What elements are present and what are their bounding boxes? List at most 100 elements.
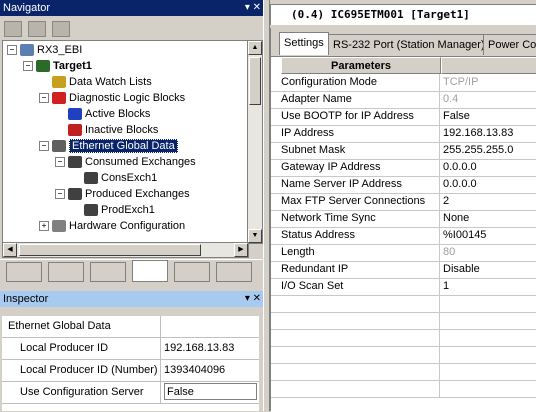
- parameter-row[interactable]: [271, 312, 536, 330]
- parameter-value[interactable]: False: [443, 108, 470, 125]
- parameter-value[interactable]: %I00145: [443, 227, 486, 244]
- hscroll-thumb[interactable]: [19, 244, 201, 256]
- collapse-icon[interactable]: −: [7, 45, 17, 56]
- tree-horizontal-scrollbar[interactable]: ◀ ▶: [2, 242, 249, 258]
- tree-node[interactable]: − Target1: [23, 58, 92, 74]
- tab-computer-icon[interactable]: [90, 262, 126, 282]
- parameter-row[interactable]: IP Address 192.168.13.83: [271, 125, 536, 143]
- tree-node-label[interactable]: ConsExch1: [101, 172, 157, 184]
- parameter-value[interactable]: 255.255.255.0: [443, 142, 513, 159]
- inspector-window-buttons[interactable]: ▾ ✕: [245, 291, 261, 307]
- panel-splitter[interactable]: [263, 0, 270, 411]
- parameter-row[interactable]: Configuration Mode TCP/IP: [271, 74, 536, 92]
- tree-node-label[interactable]: Active Blocks: [85, 108, 150, 120]
- collapse-icon[interactable]: −: [39, 93, 49, 104]
- parameter-value[interactable]: 0.0.0.0: [443, 159, 477, 176]
- tab-project-icon[interactable]: [6, 262, 42, 282]
- project-tree[interactable]: − RX3_EBI − Target1 Data Watch Lists − Diagnos…: [2, 40, 249, 244]
- inspector-row: Use Configuration Server False: [2, 382, 259, 404]
- tree-node-label[interactable]: RX3_EBI: [37, 44, 82, 56]
- tree-node[interactable]: Inactive Blocks: [55, 122, 158, 138]
- parameter-name: [281, 329, 440, 346]
- tab-help-icon[interactable]: [216, 262, 252, 282]
- parameter-row[interactable]: Subnet Mask 255.255.255.0: [271, 142, 536, 160]
- tab-ethernet-icon[interactable]: [132, 260, 168, 282]
- inspector-property-name: Local Producer ID (Number): [20, 364, 158, 376]
- parameter-row[interactable]: [271, 380, 536, 398]
- tree-node-label[interactable]: Diagnostic Logic Blocks: [69, 92, 185, 104]
- inspector-section-row: Ethernet Global Data: [2, 316, 259, 338]
- tree-node[interactable]: Active Blocks: [55, 106, 150, 122]
- parameter-value[interactable]: 80: [443, 244, 455, 261]
- collapse-icon[interactable]: −: [55, 189, 65, 200]
- parameter-value[interactable]: Disable: [443, 261, 480, 278]
- parameter-row[interactable]: [271, 363, 536, 381]
- navigator-window-buttons[interactable]: ▾ ✕: [245, 0, 261, 16]
- parameter-value[interactable]: 0.0.0.0: [443, 176, 477, 193]
- parameter-value[interactable]: 2: [443, 193, 449, 210]
- tree-node[interactable]: ProdExch1: [71, 202, 155, 218]
- tree-node-label[interactable]: Produced Exchanges: [85, 188, 190, 200]
- parameter-value[interactable]: 192.168.13.83: [443, 125, 513, 142]
- inspector-property-name: Use Configuration Server: [20, 386, 144, 398]
- collapse-icon[interactable]: −: [55, 157, 65, 168]
- parameter-value[interactable]: 1: [443, 278, 449, 295]
- parameter-row[interactable]: Network Time Sync None: [271, 210, 536, 228]
- tree-node-label[interactable]: Consumed Exchanges: [85, 156, 196, 168]
- parameter-row[interactable]: Name Server IP Address 0.0.0.0: [271, 176, 536, 194]
- tab-notes-icon[interactable]: [174, 262, 210, 282]
- tab-power[interactable]: Power Co: [483, 34, 536, 55]
- tree-node-label[interactable]: ProdExch1: [101, 204, 155, 216]
- parameter-row[interactable]: [271, 295, 536, 313]
- parameter-name: Configuration Mode: [281, 74, 440, 91]
- navigator-tabs: [0, 259, 263, 284]
- parameter-row[interactable]: Gateway IP Address 0.0.0.0: [271, 159, 536, 177]
- tab-wand-icon[interactable]: [48, 262, 84, 282]
- tree-node[interactable]: − Diagnostic Logic Blocks: [39, 90, 185, 106]
- parameter-row[interactable]: Status Address %I00145: [271, 227, 536, 245]
- tab-rs232[interactable]: RS-232 Port (Station Manager): [328, 34, 490, 55]
- parameter-row[interactable]: [271, 329, 536, 347]
- parameter-row[interactable]: Redundant IP Disable: [271, 261, 536, 279]
- tree-vertical-scrollbar[interactable]: ▲ ▼: [247, 40, 263, 244]
- inspector-property-value[interactable]: False: [164, 383, 257, 400]
- parameter-row[interactable]: Max FTP Server Connections 2: [271, 193, 536, 211]
- document-tab[interactable]: (0.4) IC695ETM001 [Target1]: [270, 4, 536, 25]
- tree-node-label[interactable]: Target1: [53, 60, 92, 72]
- properties-view-icon[interactable]: [28, 21, 46, 37]
- scroll-up-icon[interactable]: ▲: [248, 41, 262, 55]
- parameter-value[interactable]: None: [443, 210, 469, 227]
- parameter-name: Length: [281, 244, 440, 261]
- parameter-row[interactable]: [271, 346, 536, 364]
- collapse-icon[interactable]: −: [39, 141, 49, 152]
- parameter-row[interactable]: Length 80: [271, 244, 536, 262]
- list-view-icon[interactable]: [4, 21, 22, 37]
- tree-node[interactable]: + Hardware Configuration: [39, 218, 185, 234]
- parameter-row[interactable]: Adapter Name 0.4: [271, 91, 536, 109]
- parameter-value[interactable]: 0.4: [443, 91, 458, 108]
- tab-settings[interactable]: Settings: [279, 32, 329, 55]
- hardware-icon: [52, 220, 66, 233]
- tree-node[interactable]: − Produced Exchanges: [55, 186, 190, 202]
- expand-icon[interactable]: +: [39, 221, 49, 232]
- tree-node[interactable]: − RX3_EBI: [7, 42, 82, 58]
- tree-node[interactable]: − Consumed Exchanges: [55, 154, 196, 170]
- scroll-right-icon[interactable]: ▶: [234, 243, 248, 257]
- parameter-row[interactable]: Use BOOTP for IP Address False: [271, 108, 536, 126]
- tree-node-label[interactable]: Inactive Blocks: [85, 124, 158, 136]
- inspector-title: Inspector: [3, 293, 49, 305]
- exchange-item-icon: [84, 172, 98, 185]
- tree-node-label[interactable]: Hardware Configuration: [69, 220, 185, 232]
- toggle-view-icon[interactable]: [52, 21, 70, 37]
- tree-node[interactable]: Data Watch Lists: [39, 74, 152, 90]
- parameter-value[interactable]: TCP/IP: [443, 74, 478, 91]
- tree-node[interactable]: ConsExch1: [71, 170, 157, 186]
- parameter-row[interactable]: I/O Scan Set 1: [271, 278, 536, 296]
- tree-node-label[interactable]: Ethernet Global Data: [69, 139, 178, 153]
- collapse-icon[interactable]: −: [23, 61, 33, 72]
- tree-node[interactable]: − Ethernet Global Data: [39, 138, 178, 154]
- scroll-thumb[interactable]: [249, 57, 261, 105]
- scroll-left-icon[interactable]: ◀: [3, 243, 17, 257]
- tree-node-label[interactable]: Data Watch Lists: [69, 76, 152, 88]
- scroll-down-icon[interactable]: ▼: [248, 229, 262, 243]
